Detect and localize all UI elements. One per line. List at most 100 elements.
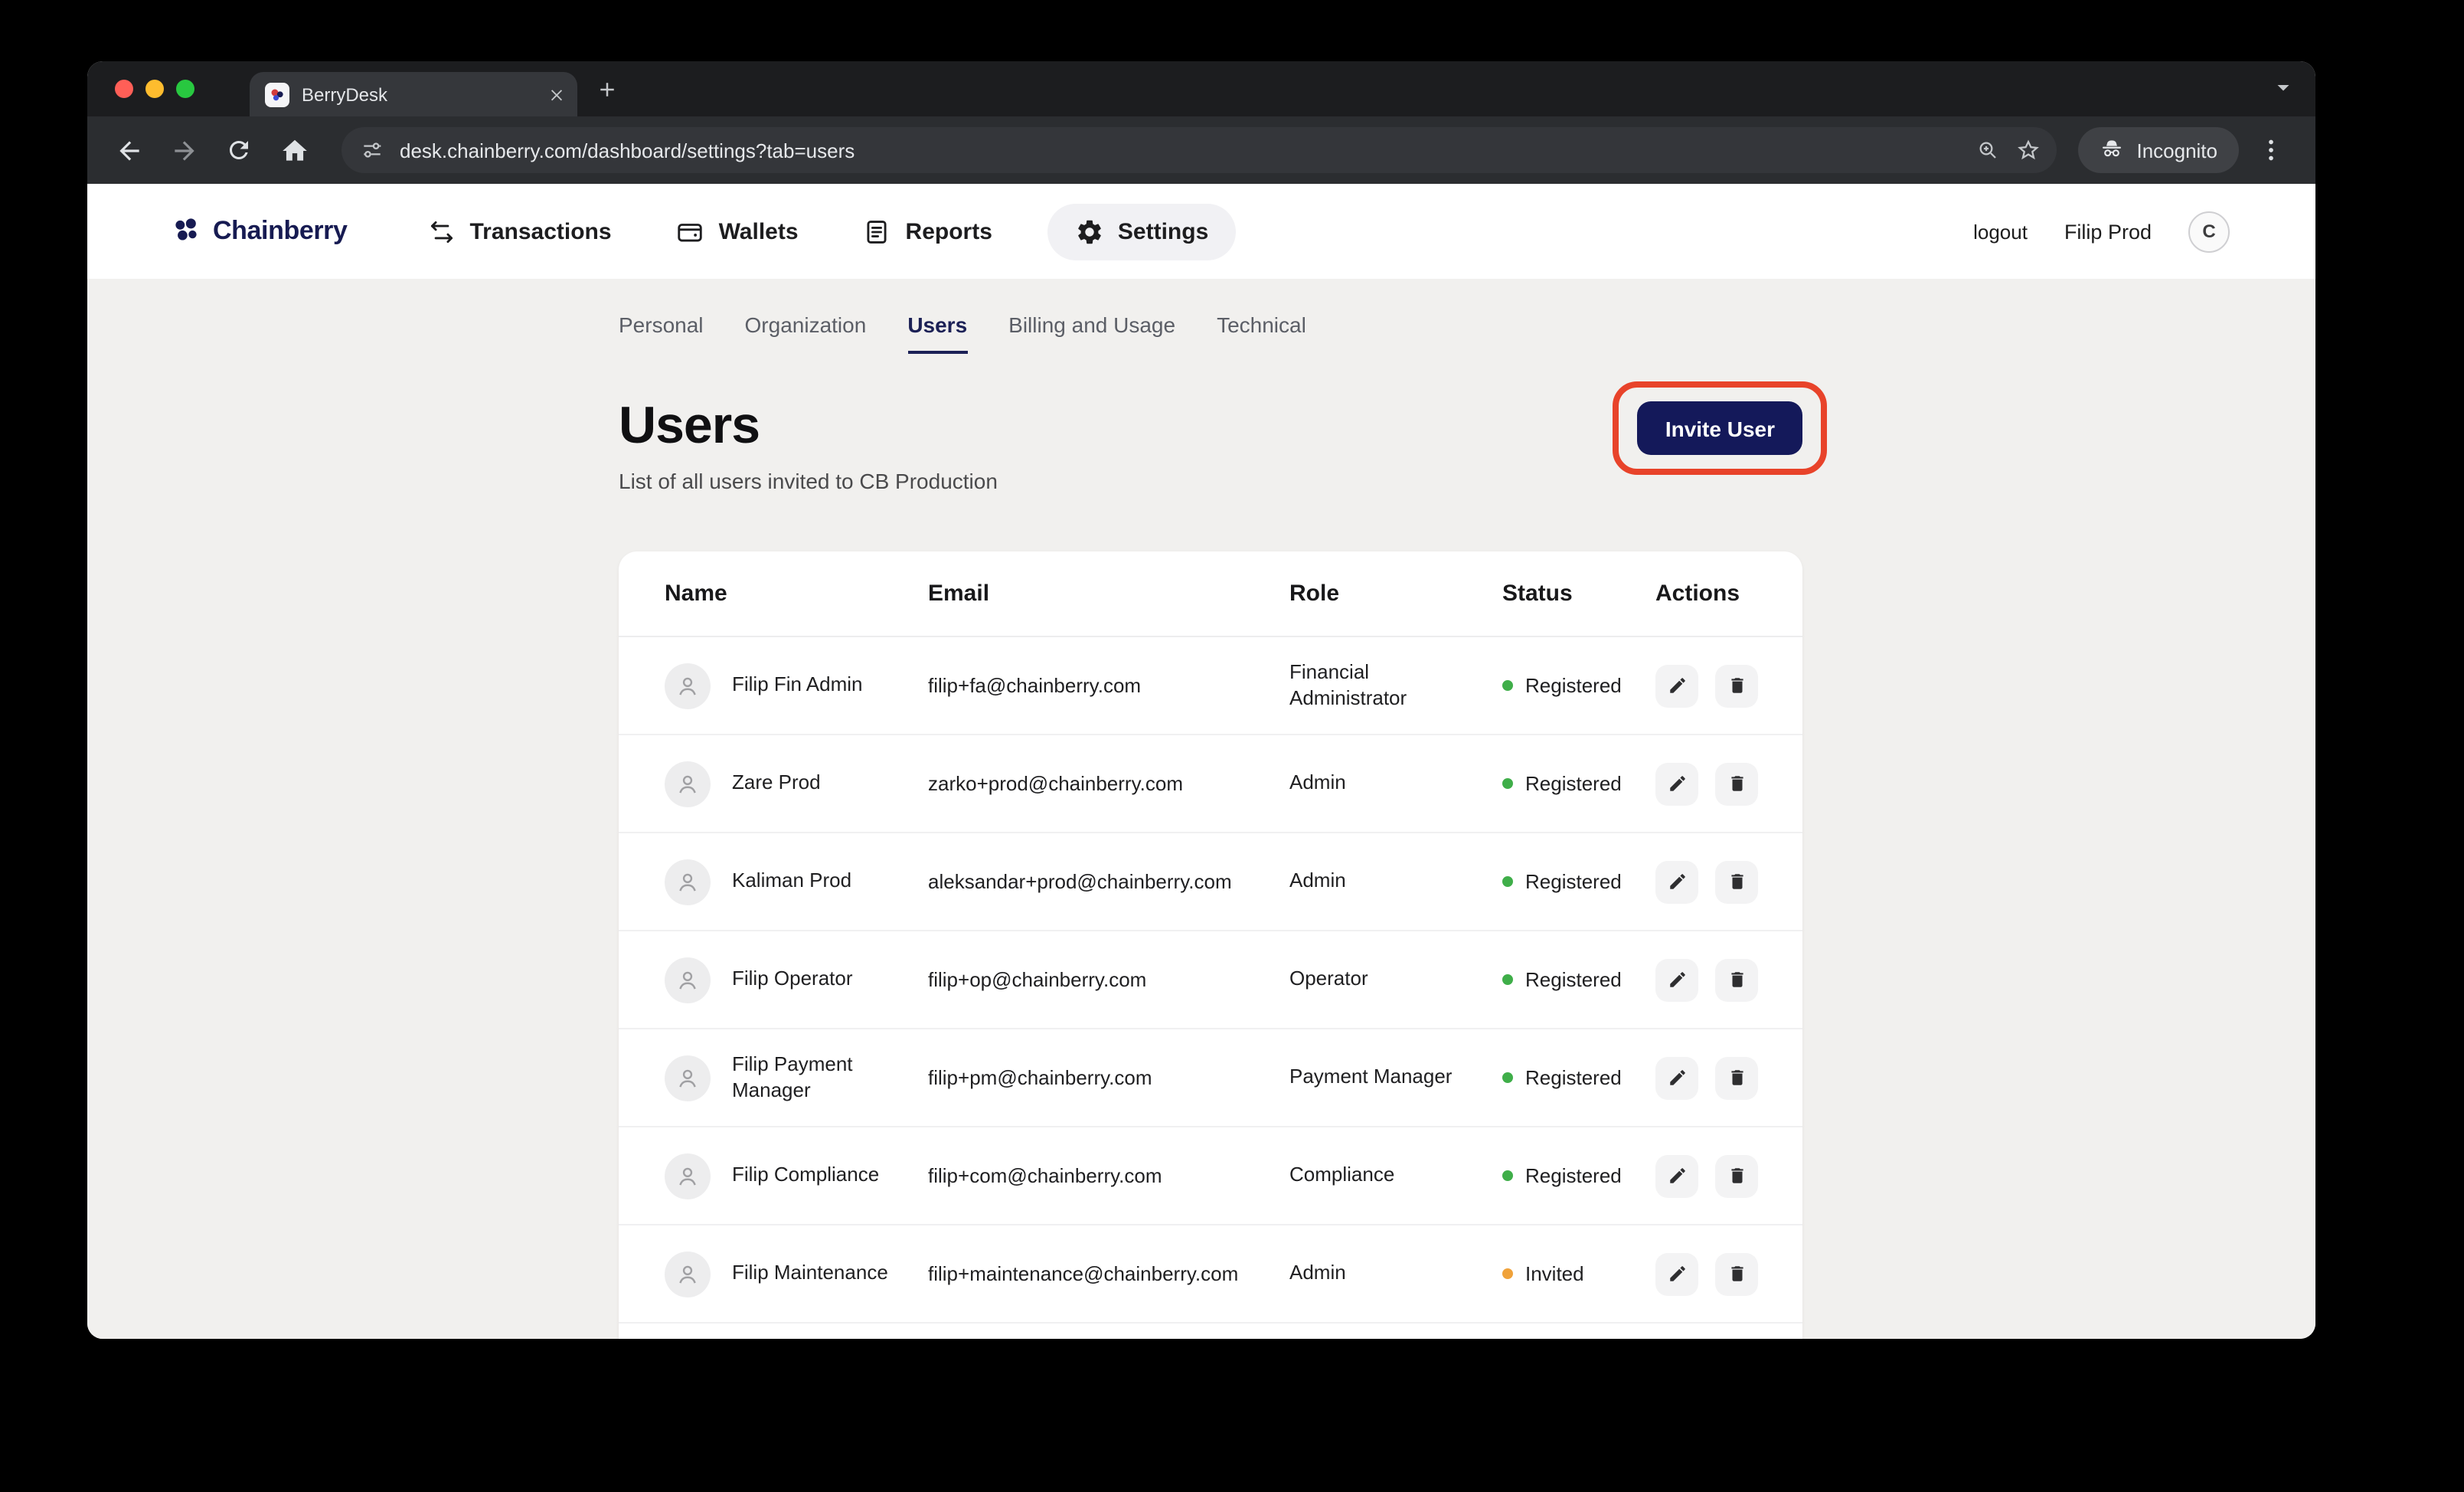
column-actions: Actions <box>1655 581 1756 607</box>
user-email: filip+maintenance@chainberry.com <box>928 1262 1289 1285</box>
maximize-window-button[interactable] <box>176 80 194 98</box>
status-label: Invited <box>1525 1262 1584 1285</box>
user-role: Admin <box>1289 1261 1502 1287</box>
trash-icon <box>1727 676 1747 695</box>
new-tab-button[interactable] <box>596 77 619 100</box>
url-text[interactable]: desk.chainberry.com/dashboard/settings?t… <box>400 139 1960 162</box>
browser-menu-icon[interactable] <box>2248 127 2294 173</box>
edit-user-button[interactable] <box>1655 860 1698 903</box>
window-controls <box>87 80 216 98</box>
user-avatar-icon <box>665 1153 711 1199</box>
trash-icon <box>1727 1264 1747 1284</box>
delete-user-button[interactable] <box>1715 664 1758 707</box>
user-role: Financial Administrator <box>1289 659 1502 712</box>
user-email: filip+pm@chainberry.com <box>928 1066 1289 1089</box>
delete-user-button[interactable] <box>1715 1056 1758 1099</box>
status-label: Registered <box>1525 1066 1622 1089</box>
delete-user-button[interactable] <box>1715 1252 1758 1295</box>
wallet-icon <box>676 217 705 246</box>
user-name-cell: Zare Prod <box>665 761 928 807</box>
pencil-icon <box>1667 1264 1687 1284</box>
zoom-icon[interactable] <box>1975 138 2000 162</box>
tab-personal[interactable]: Personal <box>619 312 704 354</box>
invite-user-button[interactable]: Invite User <box>1638 401 1802 455</box>
table-row: Kaliman Prod aleksandar+prod@chainberry.… <box>619 833 1802 931</box>
user-status: Registered <box>1502 1066 1655 1089</box>
title-block: Users List of all users invited to CB Pr… <box>619 397 998 493</box>
user-name-cell: Kaliman Prod <box>665 859 928 905</box>
edit-user-button[interactable] <box>1655 1154 1698 1197</box>
back-button[interactable] <box>106 127 152 173</box>
tab-technical[interactable]: Technical <box>1217 312 1306 354</box>
pencil-icon <box>1667 676 1687 695</box>
nav-label: Reports <box>906 218 992 244</box>
user-name: Filip Payment Manager <box>732 1053 900 1103</box>
row-actions <box>1655 1056 1786 1099</box>
reload-button[interactable] <box>216 127 262 173</box>
chainberry-berry-icon <box>168 214 204 249</box>
nav-label: Settings <box>1118 218 1208 244</box>
status-label: Registered <box>1525 870 1622 893</box>
user-status: Registered <box>1502 674 1655 697</box>
nav-item-reports[interactable]: Reports <box>854 203 1002 260</box>
status-dot <box>1502 974 1513 985</box>
edit-user-button[interactable] <box>1655 1056 1698 1099</box>
nav-item-transactions[interactable]: Transactions <box>418 203 621 260</box>
logout-link[interactable]: logout <box>1973 220 2028 243</box>
table-row: Filip Maintenance filip+maintenance@chai… <box>619 1225 1802 1323</box>
user-status: Invited <box>1502 1262 1655 1285</box>
edit-user-button[interactable] <box>1655 1252 1698 1295</box>
brand-logo[interactable]: Chainberry <box>168 214 348 249</box>
header-right: logout Filip Prod C <box>1973 211 2230 252</box>
column-name: Name <box>665 581 928 607</box>
delete-user-button[interactable] <box>1715 762 1758 805</box>
edit-user-button[interactable] <box>1655 762 1698 805</box>
minimize-window-button[interactable] <box>145 80 164 98</box>
tab-billing-and-usage[interactable]: Billing and Usage <box>1008 312 1175 354</box>
user-avatar[interactable]: C <box>2188 211 2230 252</box>
berrydesk-favicon <box>265 82 289 106</box>
desktop-background: BerryDesk <box>0 0 2464 1492</box>
row-actions <box>1655 664 1786 707</box>
bookmark-star-icon[interactable] <box>2015 137 2041 163</box>
page-title: Users <box>619 397 998 456</box>
tab-search-chevron-icon[interactable] <box>2270 74 2297 101</box>
row-actions <box>1655 1252 1786 1295</box>
browser-tab[interactable]: BerryDesk <box>250 72 577 116</box>
user-status: Registered <box>1502 772 1655 795</box>
nav-item-settings[interactable]: Settings <box>1047 203 1236 260</box>
nav-item-wallets[interactable]: Wallets <box>667 203 808 260</box>
site-settings-icon[interactable] <box>360 138 384 162</box>
address-bar[interactable]: desk.chainberry.com/dashboard/settings?t… <box>341 127 2057 173</box>
tab-users[interactable]: Users <box>907 312 967 354</box>
browser-tabstrip: BerryDesk <box>87 61 2315 116</box>
edit-user-button[interactable] <box>1655 958 1698 1001</box>
close-window-button[interactable] <box>115 80 133 98</box>
main-nav: Transactions Wallets Reports Settings <box>418 203 1237 260</box>
brand-name: Chainberry <box>213 216 348 247</box>
delete-user-button[interactable] <box>1715 1154 1758 1197</box>
home-button[interactable] <box>271 127 317 173</box>
current-user-name: Filip Prod <box>2064 220 2152 243</box>
user-avatar-icon <box>665 859 711 905</box>
swap-arrows-icon <box>427 217 456 246</box>
tab-organization[interactable]: Organization <box>745 312 867 354</box>
invite-button-wrap: Invite User <box>1638 401 1802 455</box>
row-actions <box>1655 958 1786 1001</box>
pencil-icon <box>1667 774 1687 793</box>
user-role: Operator <box>1289 967 1502 993</box>
status-label: Registered <box>1525 968 1622 991</box>
edit-user-button[interactable] <box>1655 664 1698 707</box>
user-role: Admin <box>1289 771 1502 797</box>
delete-user-button[interactable] <box>1715 958 1758 1001</box>
forward-button[interactable] <box>161 127 207 173</box>
delete-user-button[interactable] <box>1715 860 1758 903</box>
table-row: Filip Fin Admin filip+fa@chainberry.com … <box>619 637 1802 735</box>
user-email: aleksandar+prod@chainberry.com <box>928 870 1289 893</box>
column-role: Role <box>1289 581 1502 607</box>
row-actions <box>1655 1154 1786 1197</box>
tab-title: BerryDesk <box>302 83 536 105</box>
close-tab-icon[interactable] <box>548 86 565 103</box>
users-table-card: Name Email Role Status Actions Filip Fin… <box>619 551 1802 1339</box>
nav-label: Wallets <box>719 218 799 244</box>
